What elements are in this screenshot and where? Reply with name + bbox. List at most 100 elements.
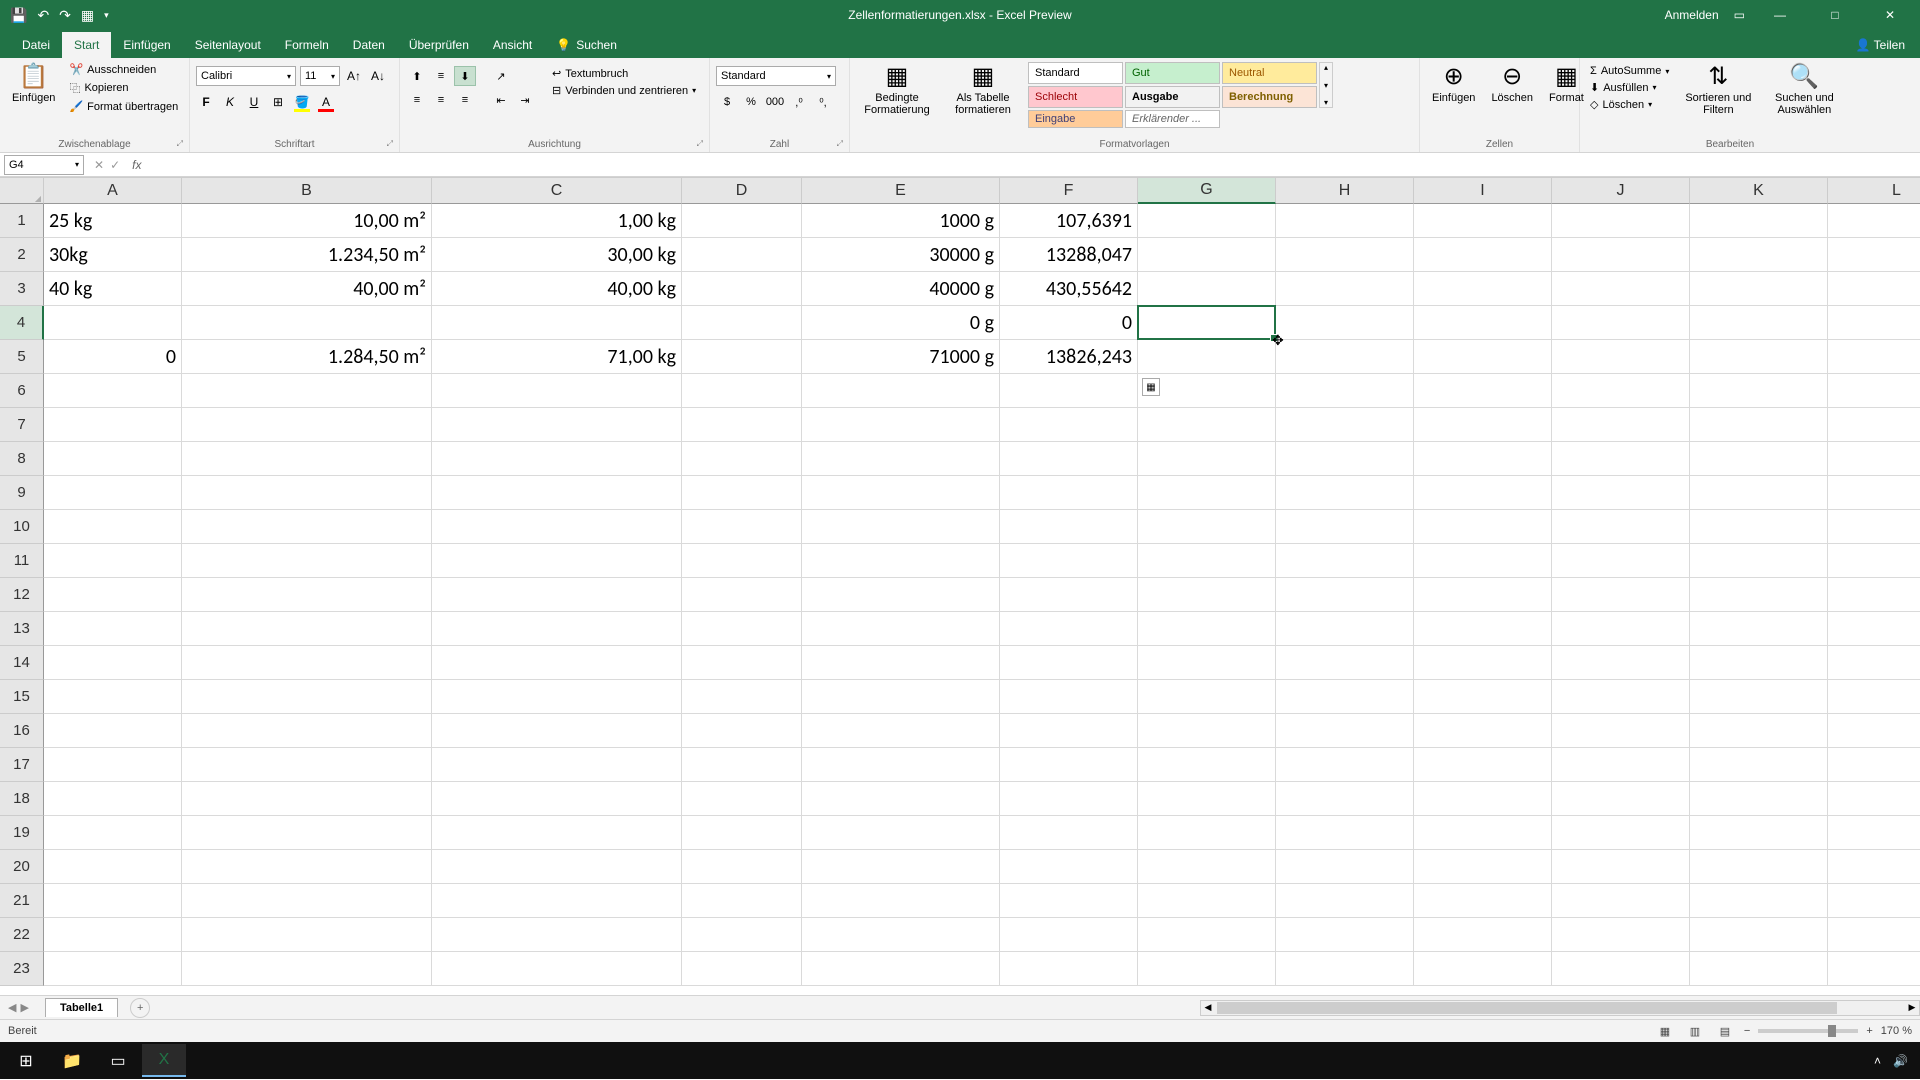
redo-icon[interactable]: ↷ (59, 7, 71, 24)
cell-J7[interactable] (1552, 408, 1690, 442)
zoom-level[interactable]: 170 % (1881, 1025, 1912, 1037)
cell-I21[interactable] (1414, 884, 1552, 918)
cell-D22[interactable] (682, 918, 802, 952)
cell-I9[interactable] (1414, 476, 1552, 510)
cell-D5[interactable] (682, 340, 802, 374)
cell-E23[interactable] (802, 952, 1000, 986)
cell-A10[interactable] (44, 510, 182, 544)
row-header-11[interactable]: 11 (0, 544, 44, 578)
copy-button[interactable]: ⿻Kopieren (65, 79, 182, 97)
column-header-D[interactable]: D (682, 178, 802, 204)
cell-A13[interactable] (44, 612, 182, 646)
tab-einfuegen[interactable]: Einfügen (111, 32, 182, 58)
tab-daten[interactable]: Daten (341, 32, 397, 58)
cell-F15[interactable] (1000, 680, 1138, 714)
cell-K5[interactable] (1690, 340, 1828, 374)
cell-D21[interactable] (682, 884, 802, 918)
autosum-button[interactable]: ΣAutoSumme▾ (1586, 64, 1673, 78)
touch-mode-icon[interactable]: ▦ (81, 7, 94, 24)
cell-K23[interactable] (1690, 952, 1828, 986)
borders-button[interactable]: ⊞ (268, 92, 288, 112)
cell-H1[interactable] (1276, 204, 1414, 238)
cell-B8[interactable] (182, 442, 432, 476)
row-header-4[interactable]: 4 (0, 306, 44, 340)
cell-K6[interactable] (1690, 374, 1828, 408)
cell-D11[interactable] (682, 544, 802, 578)
underline-button[interactable]: U (244, 92, 264, 112)
cell-A2[interactable]: 30kg (44, 238, 182, 272)
cell-A20[interactable] (44, 850, 182, 884)
cell-G20[interactable] (1138, 850, 1276, 884)
row-header-22[interactable]: 22 (0, 918, 44, 952)
row-header-17[interactable]: 17 (0, 748, 44, 782)
cell-H9[interactable] (1276, 476, 1414, 510)
column-header-I[interactable]: I (1414, 178, 1552, 204)
cell-D10[interactable] (682, 510, 802, 544)
align-top-button[interactable]: ⬆ (406, 66, 428, 86)
cell-style-neutral[interactable]: Neutral (1222, 62, 1317, 84)
cell-style-erklarender[interactable]: Erklärender ... (1125, 110, 1220, 128)
column-header-F[interactable]: F (1000, 178, 1138, 204)
cell-J13[interactable] (1552, 612, 1690, 646)
orientation-button[interactable]: ↗ (490, 66, 512, 86)
cell-F11[interactable] (1000, 544, 1138, 578)
dialog-launcher-icon[interactable]: ⤢ (177, 139, 183, 149)
cell-C20[interactable] (432, 850, 682, 884)
cell-F10[interactable] (1000, 510, 1138, 544)
paste-button[interactable]: 📋 Einfügen (6, 62, 61, 106)
cell-E5[interactable]: 71000 g (802, 340, 1000, 374)
column-header-J[interactable]: J (1552, 178, 1690, 204)
align-left-button[interactable]: ≡ (406, 90, 428, 110)
cell-D14[interactable] (682, 646, 802, 680)
formula-input[interactable] (147, 155, 1920, 175)
cell-G15[interactable] (1138, 680, 1276, 714)
save-icon[interactable]: 💾 (10, 7, 27, 24)
cell-C3[interactable]: 40,00 kg (432, 272, 682, 306)
cell-G23[interactable] (1138, 952, 1276, 986)
cell-G19[interactable] (1138, 816, 1276, 850)
sheet-tab-tabelle1[interactable]: Tabelle1 (45, 998, 118, 1017)
cell-J5[interactable] (1552, 340, 1690, 374)
cell-G22[interactable] (1138, 918, 1276, 952)
cell-F7[interactable] (1000, 408, 1138, 442)
cell-J21[interactable] (1552, 884, 1690, 918)
cell-I20[interactable] (1414, 850, 1552, 884)
cell-J1[interactable] (1552, 204, 1690, 238)
cell-L11[interactable] (1828, 544, 1920, 578)
cell-A4[interactable] (44, 306, 182, 340)
qat-dropdown-icon[interactable]: ▾ (104, 10, 109, 21)
cell-H12[interactable] (1276, 578, 1414, 612)
horizontal-scrollbar[interactable]: ◀ ▶ (1200, 1000, 1920, 1016)
fill-color-button[interactable]: 🪣 (292, 92, 312, 112)
row-header-19[interactable]: 19 (0, 816, 44, 850)
cell-I13[interactable] (1414, 612, 1552, 646)
cell-H23[interactable] (1276, 952, 1414, 986)
cell-H10[interactable] (1276, 510, 1414, 544)
cell-J22[interactable] (1552, 918, 1690, 952)
cell-J9[interactable] (1552, 476, 1690, 510)
cell-I19[interactable] (1414, 816, 1552, 850)
cell-G11[interactable] (1138, 544, 1276, 578)
find-select-button[interactable]: 🔍Suchen und Auswählen (1763, 62, 1845, 119)
cell-E21[interactable] (802, 884, 1000, 918)
cell-E16[interactable] (802, 714, 1000, 748)
cell-I1[interactable] (1414, 204, 1552, 238)
tab-ansicht[interactable]: Ansicht (481, 32, 544, 58)
cell-L14[interactable] (1828, 646, 1920, 680)
cell-style-eingabe[interactable]: Eingabe (1028, 110, 1123, 128)
cell-H3[interactable] (1276, 272, 1414, 306)
cell-B5[interactable]: 1.284,50 m² (182, 340, 432, 374)
cell-F19[interactable] (1000, 816, 1138, 850)
cell-E12[interactable] (802, 578, 1000, 612)
cell-H14[interactable] (1276, 646, 1414, 680)
cell-H5[interactable] (1276, 340, 1414, 374)
cell-B6[interactable] (182, 374, 432, 408)
cell-A3[interactable]: 40 kg (44, 272, 182, 306)
accounting-format-button[interactable]: $ (716, 92, 738, 112)
cell-J12[interactable] (1552, 578, 1690, 612)
cell-H7[interactable] (1276, 408, 1414, 442)
row-header-3[interactable]: 3 (0, 272, 44, 306)
wrap-text-button[interactable]: ↩Textumbruch (548, 66, 700, 81)
scrollbar-thumb[interactable] (1217, 1002, 1837, 1014)
align-right-button[interactable]: ≡ (454, 90, 476, 110)
